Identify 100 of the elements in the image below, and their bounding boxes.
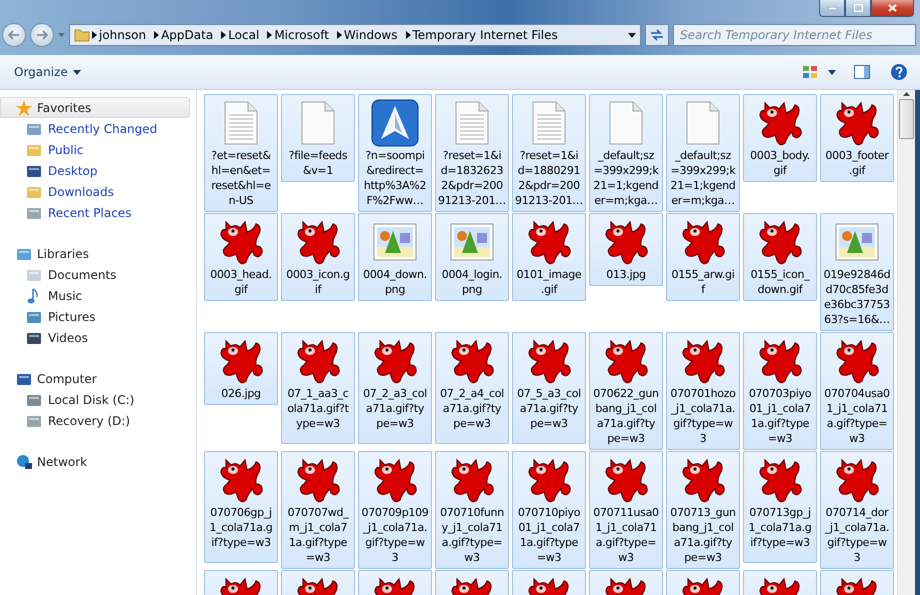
address-bar[interactable]: johnson AppData Local Microsoft Windows Temporary Internet Files [69, 24, 641, 46]
caret-icon [336, 31, 342, 39]
cat-icon [372, 337, 418, 385]
file-item[interactable]: 070713_gun bang_j1_col a71a.gif?ty pe=w3 [666, 451, 740, 569]
cat-icon [526, 456, 572, 504]
cat-icon [295, 456, 341, 504]
file-item[interactable]: ?n=soompi &redirect= http%3A%2 F%2Fww… [358, 94, 432, 212]
file-name: 070701hozo _j1_cola71a. gif?type=w 3 [670, 386, 736, 446]
sidebar-item[interactable]: Desktop [0, 160, 196, 181]
grid-view-icon [802, 65, 818, 79]
cat-icon [680, 456, 726, 504]
file-name: 070709p109 _j1_cola71a. gif?type=w 3 [362, 505, 428, 565]
sidebar-heading[interactable]: Computer [0, 368, 190, 389]
file-item[interactable]: 070709p109 _j1_cola71a. gif?type=w 3 [358, 451, 432, 569]
file-item[interactable]: 0003_icon.g if [281, 213, 355, 301]
blank-document-icon [609, 101, 643, 145]
sidebar-heading[interactable]: Network [0, 451, 190, 472]
preview-pane-button[interactable] [852, 63, 872, 81]
scrollbar[interactable] [897, 90, 915, 595]
file-item[interactable]: ?reset=1&i d=1880291 2&pdr=200 91213-201… [512, 94, 586, 212]
file-item[interactable]: 0004_down. png [358, 213, 432, 301]
view-dropdown-button[interactable] [826, 68, 838, 76]
file-item[interactable]: 070707wd_ m_j1_cola7 1a.gif?type =w3 [281, 451, 355, 569]
breadcrumb-item[interactable]: Temporary Internet Files [412, 28, 564, 42]
cat-icon [757, 337, 803, 385]
file-item[interactable]: 0101_image .gif [512, 213, 586, 301]
breadcrumb-item[interactable]: AppData [161, 28, 220, 42]
file-item[interactable]: 07_2_a3_col a71a.gif?ty pe=w3 [358, 332, 432, 444]
scrollbar-thumb[interactable] [899, 99, 914, 139]
file-item[interactable]: 070706gp_j 1_cola71a.g if?type=w3 [204, 451, 278, 563]
file-item[interactable]: ?reset=1&i d=1832623 2&pdr=200 91213-201… [435, 94, 509, 212]
dropdown-arrow-icon[interactable] [628, 32, 636, 38]
cat-icon [680, 218, 726, 266]
minimize-button[interactable] [819, 0, 845, 17]
file-item[interactable]: 070714_dor _j1_cola71a. gif?type=w 3 [820, 451, 894, 569]
breadcrumb-item[interactable]: johnson [99, 28, 152, 42]
file-item[interactable]: 013.jpg [589, 213, 663, 286]
sidebar-heading[interactable]: Favorites [0, 97, 190, 118]
sidebar-heading[interactable]: Libraries [0, 243, 190, 264]
file-item[interactable]: 070622_gun bang_j1_col a71a.gif?ty pe=w3 [589, 332, 663, 450]
back-button[interactable] [2, 23, 26, 47]
sidebar-item[interactable]: Videos [0, 327, 196, 348]
organize-button[interactable]: Organize [10, 63, 85, 81]
cat-icon [603, 337, 649, 385]
globe-icon [16, 454, 32, 470]
file-item[interactable]: 0003_body. gif [743, 94, 817, 182]
close-button[interactable] [871, 0, 914, 17]
file-item[interactable]: 07_1_aa3_c ola71a.gif?t ype=w3 [281, 332, 355, 444]
file-item[interactable]: 070703piyo 01_j1_cola7 1a.gif?type =w3 [743, 332, 817, 450]
sidebar-item[interactable]: Local Disk (C:) [0, 389, 196, 410]
file-item[interactable]: 0003_head. gif [204, 213, 278, 301]
sidebar-item[interactable]: Recently Changed [0, 118, 196, 139]
text-document-icon [455, 101, 489, 145]
file-name: 0101_image .gif [516, 267, 582, 297]
forward-arrow-icon [36, 30, 48, 40]
file-item[interactable]: _default;sz =399x299;k 21=1;kgend er=m;kga… [589, 94, 663, 212]
file-item[interactable]: ?et=reset& hl=en&et= reset&hl=e n-US [204, 94, 278, 212]
sidebar-item[interactable]: Music [0, 285, 196, 306]
view-options-button[interactable] [800, 63, 820, 81]
caret-icon [72, 70, 81, 74]
sidebar-item[interactable]: Downloads [0, 181, 196, 202]
file-item[interactable]: 070710piyo 01_j1_cola7 1a.gif?type =w3 [512, 451, 586, 569]
sidebar-item[interactable]: Recovery (D:) [0, 410, 196, 431]
sidebar-item[interactable]: Documents [0, 264, 196, 285]
file-item[interactable]: 070713gp_j 1_cola71a.g if?type=w3 [743, 451, 817, 563]
file-item[interactable]: 070711usa0 1_j1_cola71 a.gif?type= w3 [589, 451, 663, 569]
breadcrumb-item[interactable]: Windows [344, 28, 404, 42]
file-name: 0003_head. gif [210, 267, 272, 297]
refresh-button[interactable] [645, 24, 669, 46]
file-item[interactable]: 019e92846d d70c85fe3d e36bc37753 63?s=16&… [820, 213, 894, 331]
cat-icon [603, 218, 649, 266]
breadcrumb-item[interactable]: Microsoft [274, 28, 335, 42]
file-item[interactable]: 07_5_a3_col a71a.gif?ty pe=w3 [512, 332, 586, 444]
file-item[interactable]: 0155_icon_ down.gif [743, 213, 817, 301]
file-name: 0004_down. png [363, 267, 427, 297]
file-item[interactable]: 0003_footer .gif [820, 94, 894, 182]
minimize-icon [828, 6, 836, 10]
help-button[interactable] [888, 61, 910, 83]
file-item[interactable]: 07_2_a4_col a71a.gif?ty pe=w3 [435, 332, 509, 444]
scroll-up-arrow-icon[interactable] [903, 92, 910, 96]
file-item[interactable]: 070710funn y_j1_cola71 a.gif?type= w3 [435, 451, 509, 569]
file-item[interactable]: 070704usa0 1_j1_cola71 a.gif?type= w3 [820, 332, 894, 450]
file-item[interactable]: 026.jpg [204, 332, 278, 405]
sidebar-item[interactable]: Pictures [0, 306, 196, 327]
sidebar-item[interactable]: Recent Places [0, 202, 196, 223]
sidebar-item[interactable]: Public [0, 139, 196, 160]
file-item[interactable]: 0004_login. png [435, 213, 509, 301]
file-item[interactable]: _default;sz =399x299;k 21=1;kgend er=m;kga… [666, 94, 740, 212]
cat-icon [526, 337, 572, 385]
forward-button[interactable] [30, 23, 54, 47]
close-icon [888, 4, 897, 12]
maximize-button[interactable] [845, 0, 871, 17]
file-item[interactable]: 070701hozo _j1_cola71a. gif?type=w 3 [666, 332, 740, 450]
cat-icon [218, 337, 264, 385]
file-name: 070710piyo 01_j1_cola7 1a.gif?type =w3 [518, 505, 580, 565]
file-item[interactable]: 0155_arw.gi f [666, 213, 740, 301]
blank-document-icon [301, 101, 335, 145]
breadcrumb-item[interactable]: Local [228, 28, 266, 42]
search-field[interactable]: Search Temporary Internet Files [673, 24, 916, 46]
file-item[interactable]: ?file=feeds &v=1 [281, 94, 355, 182]
